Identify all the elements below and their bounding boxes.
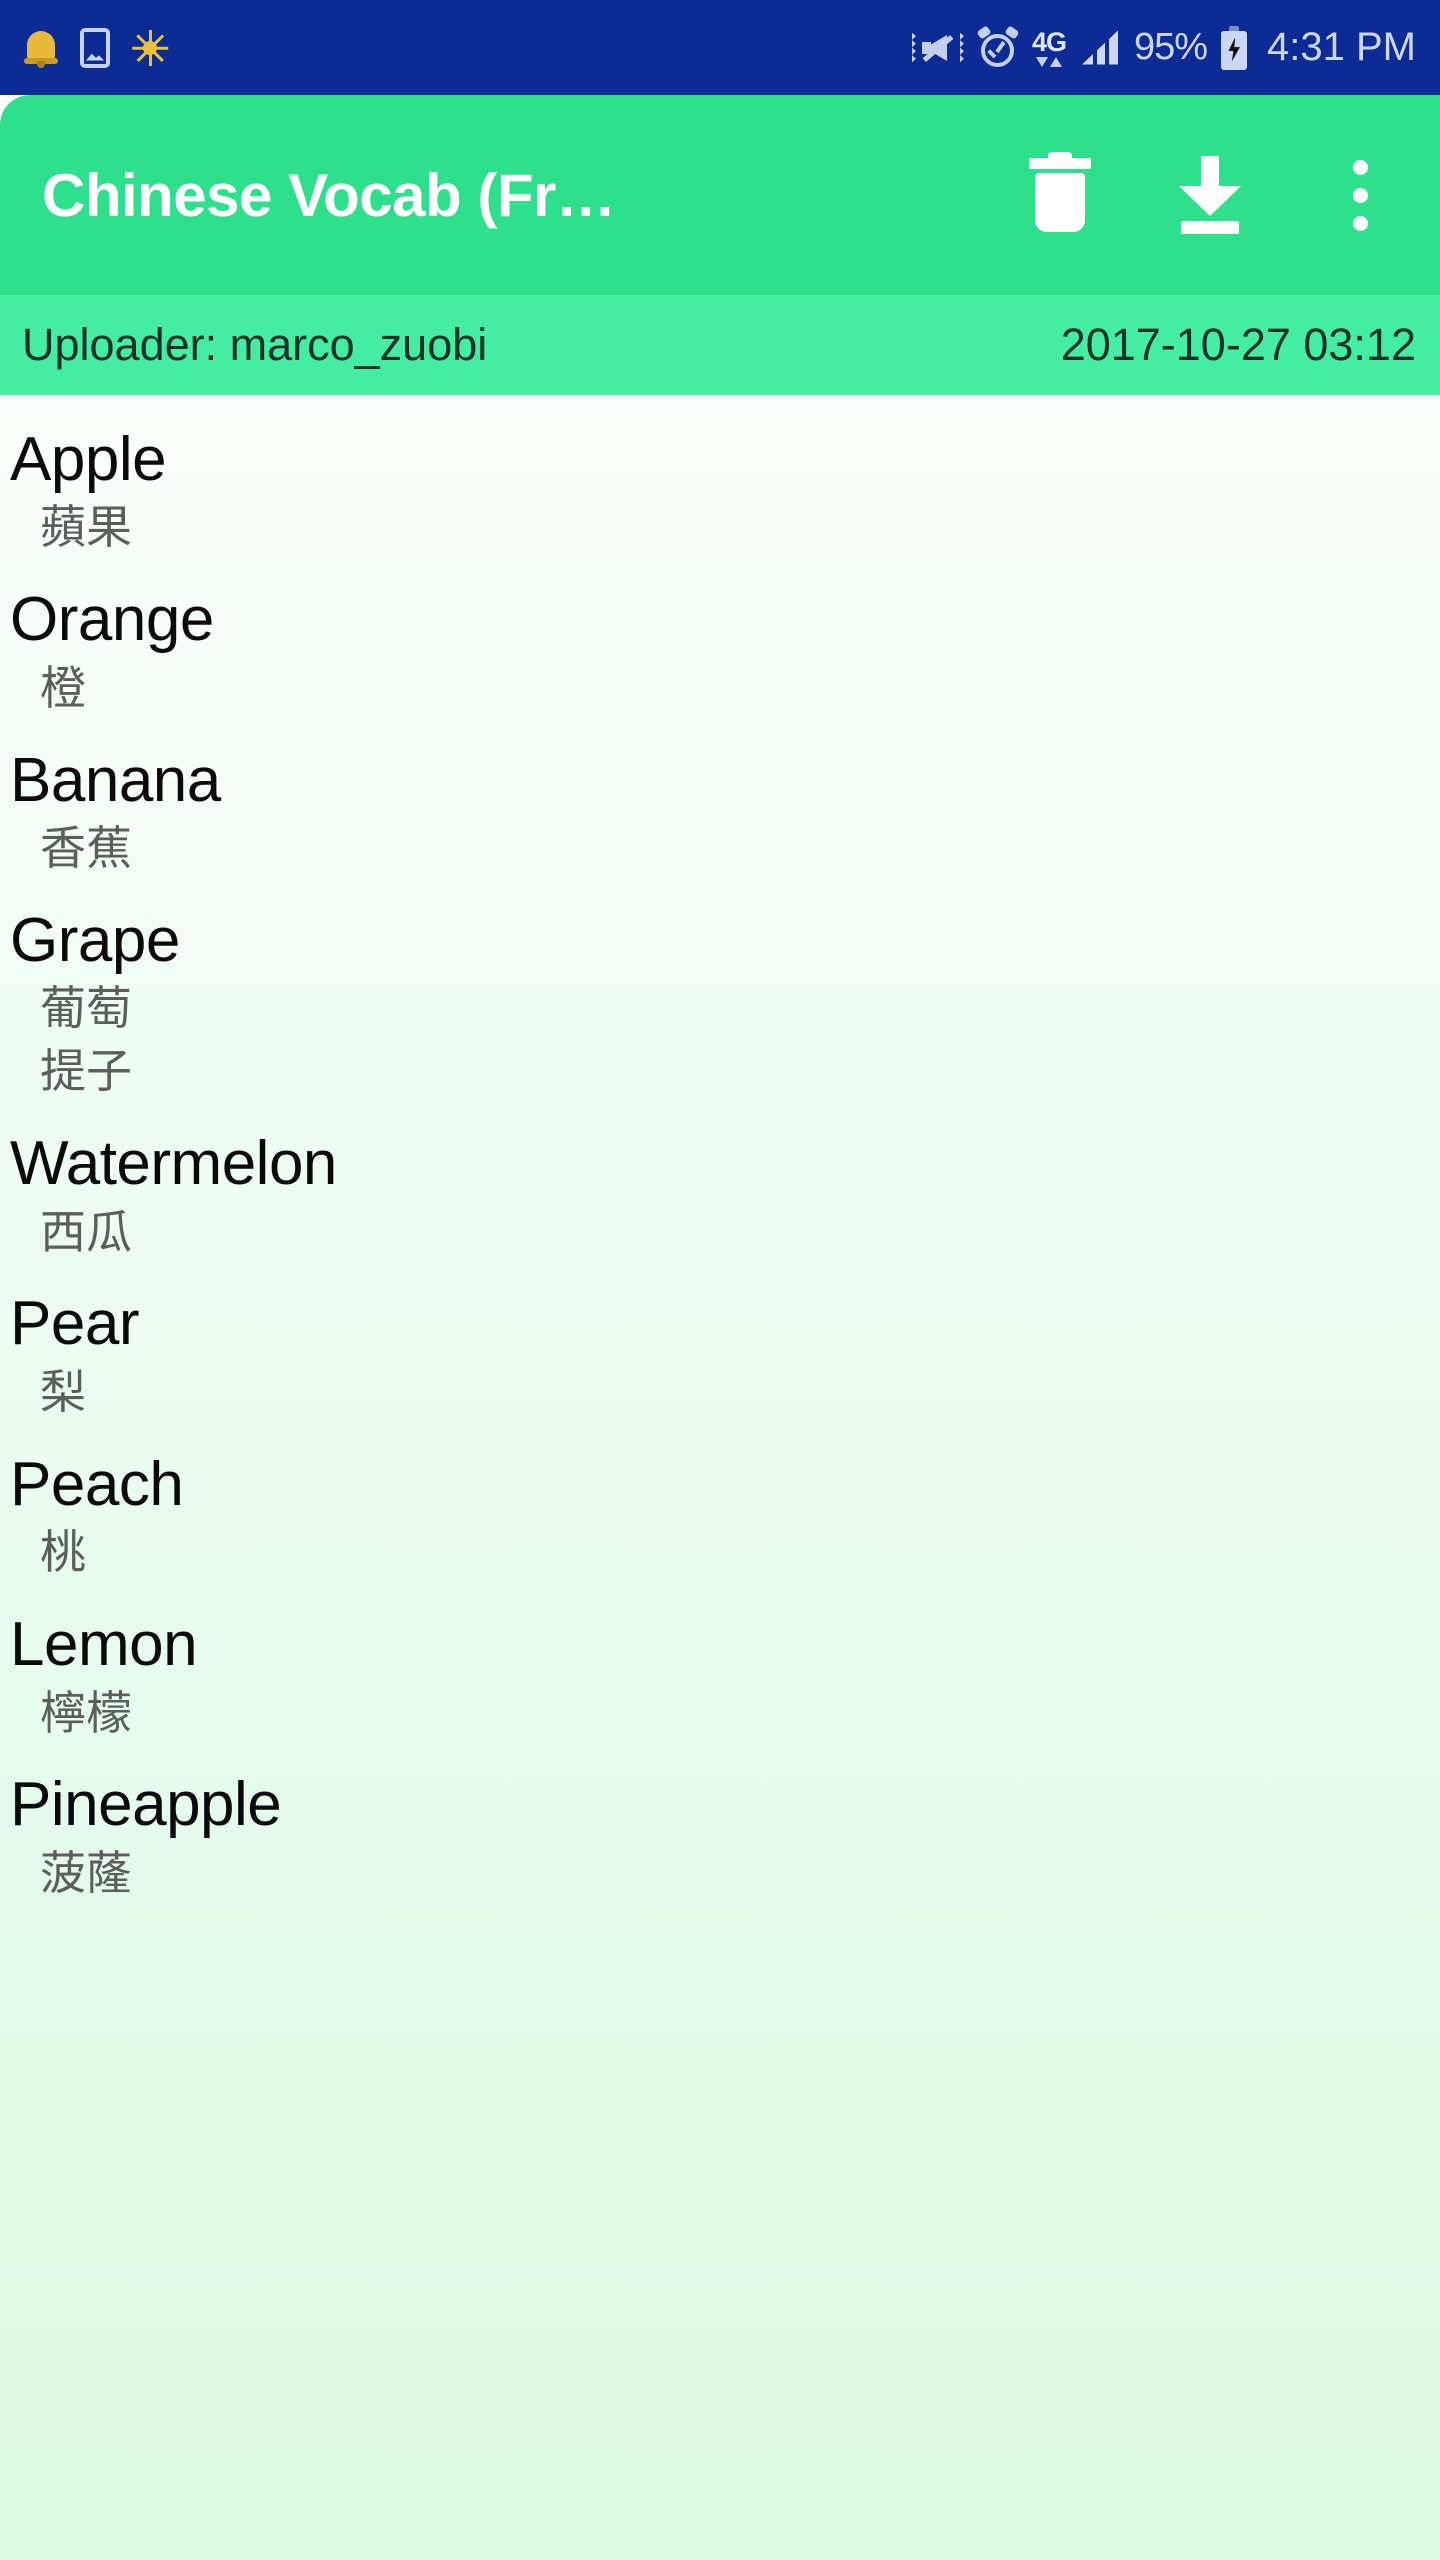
overflow-menu-button[interactable] [1320,150,1400,240]
page-title: Chinese Vocab (Fr… [42,161,616,229]
uploader-label: Uploader: marco_zuobi [22,319,488,370]
more-vertical-icon [1352,159,1368,231]
status-bar-clock: 4:31 PM [1267,25,1416,69]
vocab-term: Peach [10,1449,184,1519]
status-bar-left-icons [24,27,169,68]
status-bar: 4G 95% 4:31 PM [0,0,1440,95]
mute-vibrate-icon [911,28,964,68]
upload-date-label: 2017-10-27 03:12 [1060,319,1416,370]
charging-battery-icon [1221,25,1248,70]
signal-icon [1080,28,1120,68]
list-item[interactable]: Orange 橙 [0,575,1440,735]
vocab-term: Apple [10,425,167,494]
vocab-translation: 梨 [40,1364,86,1419]
vocab-translation: 菠蕯 [40,1845,132,1900]
vocab-translation: 葡萄 [40,981,132,1036]
list-item[interactable]: Pear 梨 [0,1279,1440,1439]
vocab-translation: 桃 [40,1525,86,1580]
status-bar-right-icons: 4G 95% 4:31 PM [911,24,1416,70]
network-type-label: 4G [1031,26,1067,57]
battery-percent-label: 95% [1133,26,1208,68]
app-bar-actions [1020,150,1400,240]
vocab-term: Grape [10,905,180,975]
app-bar: Chinese Vocab (Fr… [0,95,1440,295]
list-item[interactable]: Peach 桃 [0,1440,1440,1600]
download-button[interactable] [1170,150,1250,240]
trash-icon [1029,152,1091,232]
bell-icon [24,28,58,68]
download-icon [1175,156,1245,234]
list-item[interactable]: Grape 葡萄提子 [0,896,1440,1119]
vocab-translation: 檸檬 [40,1685,132,1740]
list-item[interactable]: Lemon 檸檬 [0,1600,1440,1760]
brightness-icon [132,29,169,66]
alarm-icon [976,24,1020,68]
4g-data-icon: 4G [1031,26,1067,67]
vocab-translation: 蘋果 [40,500,132,555]
list-item[interactable]: Watermelon 西瓜 [0,1119,1440,1279]
uploader-info-bar: Uploader: marco_zuobi 2017-10-27 03:12 [0,295,1440,395]
list-item[interactable]: Pineapple 菠蕯 [0,1760,1440,1920]
vocab-translation: 西瓜 [40,1204,132,1259]
delete-button[interactable] [1020,150,1100,240]
vocab-translation: 香蕉 [40,821,132,876]
vocab-term: Pear [10,1289,139,1359]
vocab-translation: 橙 [40,660,86,715]
screenshot-icon [80,27,110,68]
vocab-term: Pineapple [10,1770,282,1840]
vocab-list[interactable]: Apple 蘋果 Orange 橙 Banana 香蕉 Grape 葡萄提子 Watermelo… [0,395,1440,2560]
vocab-term: Orange [10,585,214,655]
vocab-translation: 提子 [40,1044,132,1099]
vocab-term: Watermelon [10,1129,337,1199]
list-item[interactable]: Apple 蘋果 [0,415,1440,575]
vocab-term: Lemon [10,1610,198,1680]
vocab-term: Banana [10,745,221,815]
list-item[interactable]: Banana 香蕉 [0,736,1440,896]
